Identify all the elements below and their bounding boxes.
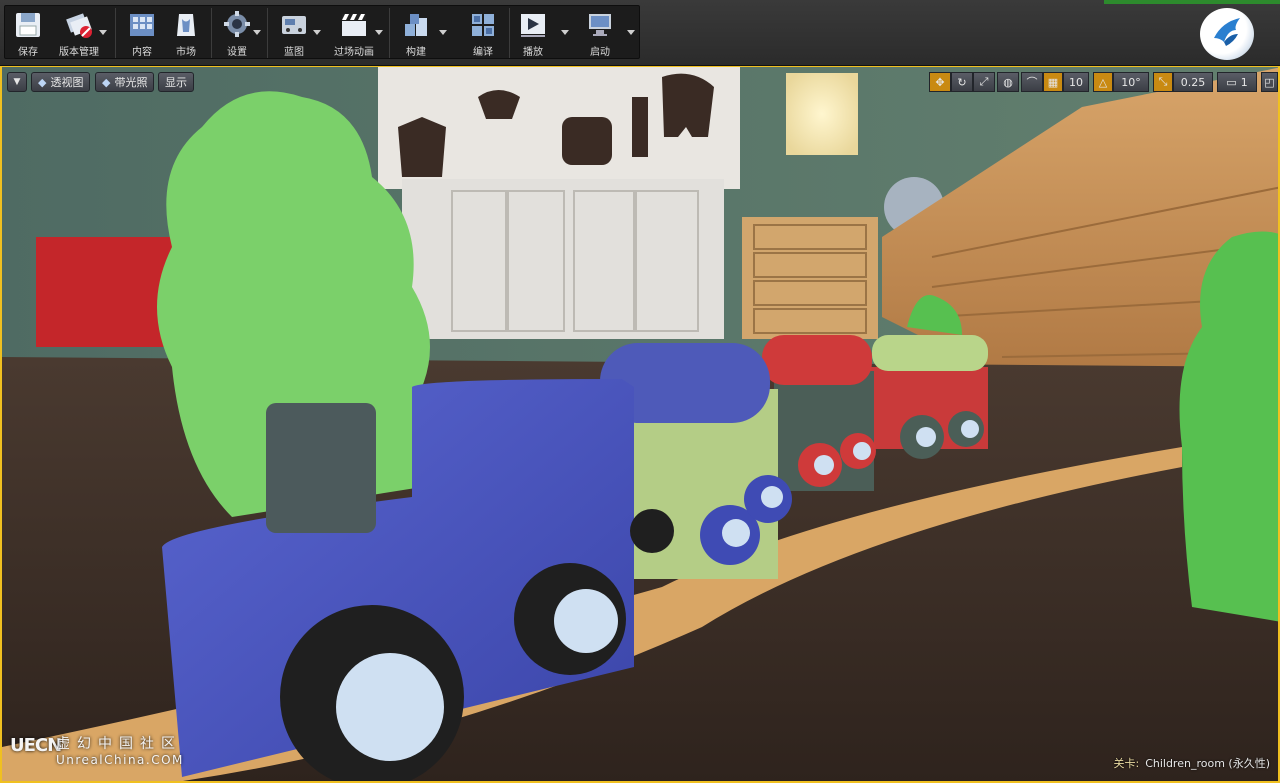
perspective-button[interactable]: ◆ 透视图 bbox=[31, 72, 91, 92]
toolbar-separator bbox=[115, 8, 116, 58]
cinematics-icon bbox=[339, 10, 369, 40]
grid-snap-value[interactable]: 10 bbox=[1063, 72, 1089, 92]
play-button[interactable]: 播放 bbox=[513, 6, 553, 60]
rotation-snap-value[interactable]: 10° bbox=[1113, 72, 1149, 92]
viewport-options-button[interactable]: ▼ bbox=[7, 72, 27, 92]
content-icon bbox=[127, 10, 157, 40]
camera-icon: ▭ bbox=[1226, 75, 1237, 89]
toolbar-separator bbox=[211, 8, 212, 58]
level-viewport[interactable]: ▼ ◆ 透视图 ◆ 带光照 显示 ✥ ↻ ⤢ ◍ ⌒ ▦ 10 △ 10° ⤡ … bbox=[0, 66, 1280, 783]
dropdown-icon: ▼ bbox=[13, 77, 21, 87]
train-chimney bbox=[266, 403, 376, 533]
toolbar-separator bbox=[509, 8, 510, 58]
build-icon bbox=[401, 10, 431, 40]
scale-icon: ⤢ bbox=[979, 75, 989, 88]
train-cargo-red bbox=[762, 335, 872, 385]
table-lamp bbox=[786, 73, 858, 155]
view-mode-button[interactable]: ◆ 带光照 bbox=[95, 72, 155, 92]
globe-icon: ◍ bbox=[1003, 75, 1013, 89]
watermark-logo: UECN bbox=[10, 735, 62, 756]
build-dropdown-icon[interactable] bbox=[439, 30, 447, 35]
rotation-snap-toggle[interactable]: △ bbox=[1093, 72, 1113, 92]
settings-button[interactable]: 设置 bbox=[217, 6, 257, 60]
save-icon bbox=[13, 10, 43, 40]
scale-snap-value[interactable]: 0.25 bbox=[1173, 72, 1213, 92]
toolbar-button-group: 保存 版本管理 内容 市场 设置 蓝图 过场动画 构建 编译 播放 启动 bbox=[4, 5, 640, 59]
launch-dropdown-icon[interactable] bbox=[627, 30, 635, 35]
rotate-icon: ↻ bbox=[957, 75, 967, 89]
surface-snap-button[interactable]: ⌒ bbox=[1021, 72, 1043, 92]
launch-icon bbox=[585, 10, 615, 40]
scale-mode-button[interactable]: ⤢ bbox=[973, 72, 995, 92]
red-basket bbox=[36, 237, 172, 347]
perspective-icon: ◆ bbox=[38, 75, 47, 89]
maximize-viewport-button[interactable]: ◰ bbox=[1261, 72, 1278, 92]
cinematics-dropdown-icon[interactable] bbox=[375, 30, 383, 35]
settings-dropdown-icon[interactable] bbox=[253, 30, 261, 35]
watermark-chinese-text: 虚幻中国社区 bbox=[56, 736, 182, 752]
content-button[interactable]: 内容 bbox=[121, 6, 163, 60]
blueprint-icon bbox=[279, 10, 309, 40]
watermark: UECN 虚幻中国社区 UnrealChina.COM bbox=[10, 733, 210, 773]
build-button[interactable]: 构建 bbox=[395, 6, 437, 60]
scale-snap-toggle[interactable]: ⤡ bbox=[1153, 72, 1173, 92]
launch-button[interactable]: 启动 bbox=[579, 6, 621, 60]
scale-snap-icon: ⤡ bbox=[1158, 75, 1168, 88]
app-logo-icon bbox=[1200, 8, 1254, 60]
compile-button[interactable]: 编译 bbox=[461, 6, 505, 60]
toolbar-separator bbox=[267, 8, 268, 58]
train-cargo-green bbox=[872, 335, 988, 371]
surface-snap-icon: ⌒ bbox=[1026, 76, 1038, 89]
blueprint-button[interactable]: 蓝图 bbox=[273, 6, 315, 60]
compile-icon bbox=[468, 10, 498, 40]
watermark-url: UnrealChina.COM bbox=[56, 753, 184, 767]
camera-speed-button[interactable]: ▭ 1 bbox=[1217, 72, 1257, 92]
main-toolbar: 保存 版本管理 内容 市场 设置 蓝图 过场动画 构建 编译 播放 启动 bbox=[0, 0, 1280, 66]
status-indicator-bar bbox=[1104, 0, 1280, 4]
blueprint-dropdown-icon[interactable] bbox=[313, 30, 321, 35]
settings-icon bbox=[222, 10, 252, 40]
move-icon: ✥ bbox=[935, 75, 945, 89]
angle-icon: △ bbox=[1098, 75, 1108, 89]
level-name: Children_room (永久性) bbox=[1145, 757, 1270, 770]
play-icon bbox=[518, 10, 548, 40]
current-level-label: 关卡: Children_room (永久性) bbox=[1113, 755, 1270, 771]
grid-icon: ▦ bbox=[1047, 75, 1059, 89]
source-control-dropdown-icon[interactable] bbox=[99, 30, 107, 35]
save-button[interactable]: 保存 bbox=[9, 6, 47, 60]
show-button[interactable]: 显示 bbox=[158, 72, 194, 92]
marketplace-icon bbox=[171, 10, 201, 40]
coordinate-system-button[interactable]: ◍ bbox=[997, 72, 1019, 92]
toolbar-separator bbox=[389, 8, 390, 58]
scene-render[interactable] bbox=[2, 67, 1280, 783]
play-dropdown-icon[interactable] bbox=[561, 30, 569, 35]
translate-mode-button[interactable]: ✥ bbox=[929, 72, 951, 92]
lit-icon: ◆ bbox=[102, 75, 111, 89]
rotate-mode-button[interactable]: ↻ bbox=[951, 72, 973, 92]
maximize-icon: ◰ bbox=[1264, 75, 1275, 89]
source-control-icon bbox=[64, 10, 94, 40]
grid-snap-toggle[interactable]: ▦ bbox=[1043, 72, 1063, 92]
marketplace-button[interactable]: 市场 bbox=[165, 6, 207, 60]
level-caption: 关卡: bbox=[1113, 757, 1140, 770]
